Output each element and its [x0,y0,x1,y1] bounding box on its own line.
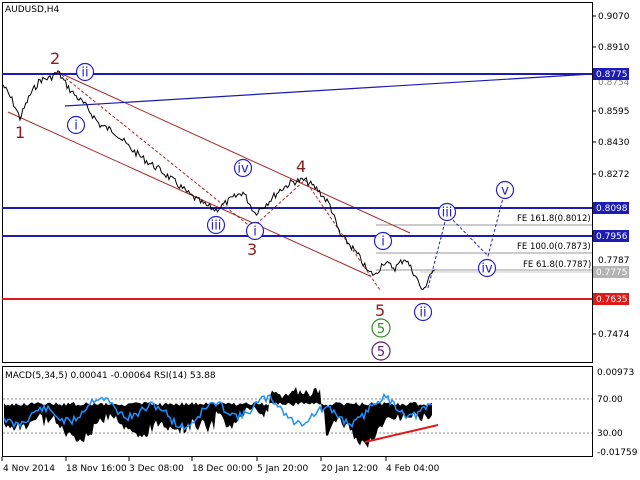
chart-title: AUDUSD,H4 [5,5,60,15]
indicator-tick: -0.01759 [597,448,638,458]
svg-text:ii: ii [419,306,426,321]
indicator-label: MACD(5,34,5) 0.00041 -0.00064 RSI(14) 53… [5,371,216,381]
svg-text:i: i [381,235,385,250]
wave-circle-iii-forecast: iii [437,202,457,222]
wave-label-5: 5 [375,301,385,320]
time-tick: 20 Jan 12:00 [321,464,378,474]
time-tick: 3 Dec 08:00 [129,464,184,474]
price-tick: 0.7787 [598,256,630,266]
wave-circle-v-forecast: v [495,180,515,200]
svg-text:iv: iv [237,162,249,177]
macd-histogram [4,387,432,448]
wave-label-2: 2 [50,49,60,68]
price-tick: 0.8595 [598,107,630,117]
price-tag-07635: 0.7635 [593,293,629,305]
wave-circle-i-forecast: i [373,231,393,251]
time-tick: 4 Feb 04:00 [386,464,440,474]
wave-circle-iii: iii [206,215,226,235]
price-tick: 0.8430 [598,138,630,148]
indicator-tick: 0.00973 [597,368,634,378]
wave-label-1: 1 [15,123,25,142]
indicator-tick: 70.00 [597,395,623,405]
svg-text:iv: iv [481,262,493,277]
wave-circle-i-mid: i [245,221,265,241]
time-axis: 4 Nov 2014 18 Nov 16:00 3 Dec 08:00 18 D… [1,457,440,474]
svg-text:5: 5 [377,322,385,337]
svg-text:ii: ii [81,66,88,81]
price-chart[interactable]: AUDUSD,H4 MACD(5,34,5) 0.00041 -0.00064 … [0,0,640,480]
price-axis: 0.9070 0.8910 0.8754 0.8595 0.8430 0.827… [592,12,630,340]
wave-connector [57,71,381,291]
wave-circle-5-green: 5 [371,318,391,338]
indicator-tick: 30.00 [597,429,623,439]
price-tag-current: 0.7775 [593,266,629,278]
price-series [2,70,436,290]
wave-circle-i-top: i [66,115,86,135]
wave-label-4: 4 [296,157,306,176]
svg-text:5: 5 [377,345,385,360]
time-tick: 4 Nov 2014 [3,464,55,474]
channel-lower [7,111,371,277]
svg-text:0.7775: 0.7775 [596,268,628,278]
price-tick: 0.8272 [598,170,630,180]
svg-text:0.7635: 0.7635 [596,295,628,305]
svg-text:i: i [74,119,78,134]
svg-text:i: i [253,225,257,240]
svg-text:iii: iii [442,206,453,221]
wave-circle-5-purple: 5 [371,341,391,361]
fib-note-100: FE 100.0(0.7873) [517,242,591,252]
time-tick: 5 Jan 20:00 [257,464,309,474]
fib-note-618: FE 61.8(0.7787) [523,260,591,270]
wave-circle-ii-top: ii [75,62,95,82]
time-tick: 18 Dec 00:00 [192,464,253,474]
channel-blue [64,73,593,107]
svg-text:v: v [501,184,509,199]
svg-text:0.8098: 0.8098 [596,204,628,214]
svg-text:0.7956: 0.7956 [596,232,628,242]
svg-text:iii: iii [211,219,222,234]
price-tick: 0.9070 [598,12,630,22]
fib-note-161: FE 161.8(0.8012) [517,214,591,224]
svg-text:0.8775: 0.8775 [596,70,628,80]
price-tag-07956: 0.7956 [593,230,629,242]
price-tag-08775: 0.8775 [593,68,629,80]
wave-circle-ii-bottom: ii [413,302,433,322]
time-tick: 18 Nov 16:00 [66,464,127,474]
price-tick: 0.7474 [598,330,630,340]
indicator-axis: 0.00973 70.00 30.00 -0.01759 [597,368,638,458]
wave-circle-iv: iv [233,158,253,178]
chart-window: AUDUSD,H4 MACD(5,34,5) 0.00041 -0.00064 … [0,0,640,480]
wave-label-3: 3 [247,240,257,259]
price-tag-08098: 0.8098 [593,202,629,214]
price-tick: 0.8910 [598,43,630,53]
wave-circle-iv-forecast: iv [477,258,497,278]
